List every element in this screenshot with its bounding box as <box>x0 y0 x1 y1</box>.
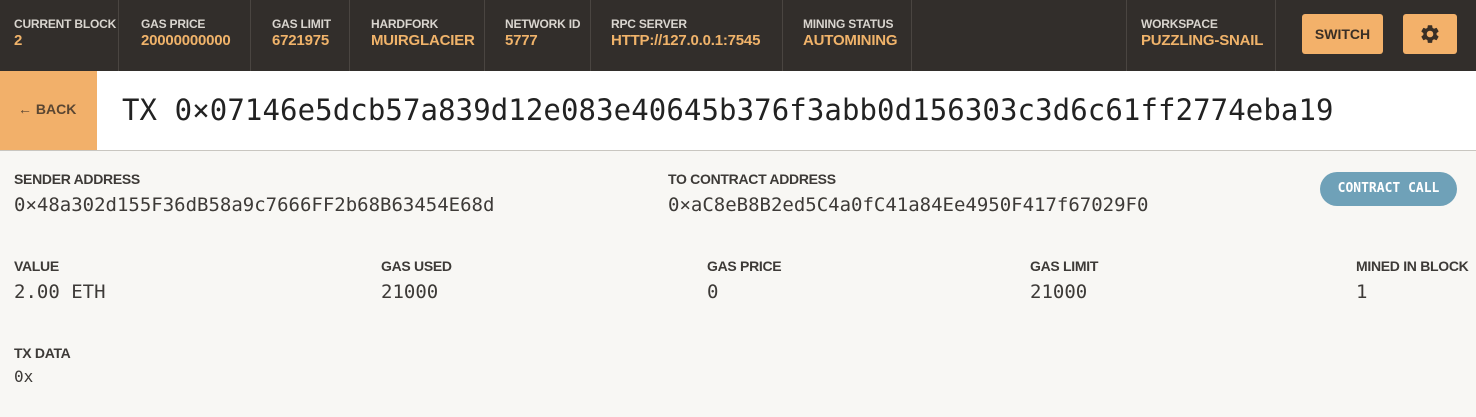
stat-value: AUTOMINING <box>803 32 898 49</box>
stat-label: HARDFORK <box>371 17 439 31</box>
stat-value: 2 <box>14 32 23 49</box>
stat-network-id: NETWORK ID 5777 <box>491 0 591 71</box>
switch-workspace-button[interactable]: SWITCH <box>1302 14 1383 54</box>
contract-call-badge: CONTRACT CALL <box>1320 172 1457 206</box>
stat-value: 5777 <box>505 32 538 49</box>
back-button[interactable]: ← BACK <box>0 71 97 150</box>
gas-price-value: 0 <box>707 281 719 303</box>
settings-button[interactable] <box>1403 14 1457 54</box>
to-contract-address-value: 0×aC8eB8B2ed5C4a0fC41a84Ee4950F417f67029… <box>668 194 1149 216</box>
back-label: ← BACK <box>18 101 77 117</box>
page-title: TX 0×07146e5dcb57a839d12e083e40645b376f3… <box>122 93 1334 127</box>
transaction-header: ← BACK TX 0×07146e5dcb57a839d12e083e4064… <box>0 71 1476 151</box>
value-label: VALUE <box>14 258 59 274</box>
value-amount: 2.00 ETH <box>14 281 106 303</box>
mined-in-block-value: 1 <box>1356 281 1368 303</box>
stat-value: HTTP://127.0.0.1:7545 <box>611 32 761 49</box>
stat-label: MINING STATUS <box>803 17 894 31</box>
stat-label: CURRENT BLOCK <box>14 17 117 31</box>
stat-label: RPC SERVER <box>611 17 687 31</box>
workspace-name: PUZZLING-SNAIL <box>1141 32 1264 49</box>
stat-value: 6721975 <box>272 32 329 49</box>
stat-rpc-server: RPC SERVER HTTP://127.0.0.1:7545 <box>597 0 783 71</box>
stat-label: GAS PRICE <box>141 17 206 31</box>
stat-mining-status: MINING STATUS AUTOMINING <box>789 0 912 71</box>
gas-price-label: GAS PRICE <box>707 258 782 274</box>
stat-label: GAS LIMIT <box>272 17 331 31</box>
stat-value: 20000000000 <box>141 32 231 49</box>
top-status-bar: CURRENT BLOCK 2 GAS PRICE 20000000000 GA… <box>0 0 1476 71</box>
stat-workspace: WORKSPACE PUZZLING-SNAIL <box>1126 0 1276 71</box>
tx-data-label: TX DATA <box>14 345 71 361</box>
tx-data-value: 0x <box>14 367 34 386</box>
gas-limit-value: 21000 <box>1030 281 1088 303</box>
sender-address-label: SENDER ADDRESS <box>14 171 140 187</box>
stat-gas-limit: GAS LIMIT 6721975 <box>258 0 350 71</box>
stat-label: NETWORK ID <box>505 17 581 31</box>
mined-in-block-label: MINED IN BLOCK <box>1356 258 1469 274</box>
stat-hardfork: HARDFORK MUIRGLACIER <box>357 0 485 71</box>
gas-used-label: GAS USED <box>381 258 452 274</box>
workspace-label: WORKSPACE <box>1141 17 1218 31</box>
gas-used-value: 21000 <box>381 281 439 303</box>
gear-icon <box>1421 25 1439 43</box>
stat-value: MUIRGLACIER <box>371 32 475 49</box>
to-contract-address-label: TO CONTRACT ADDRESS <box>668 171 836 187</box>
stat-current-block: CURRENT BLOCK 2 <box>0 0 119 71</box>
gas-limit-label: GAS LIMIT <box>1030 258 1099 274</box>
sender-address-value: 0×48a302d155F36dB58a9c7666FF2b68B63454E6… <box>14 194 495 216</box>
stat-gas-price: GAS PRICE 20000000000 <box>127 0 251 71</box>
